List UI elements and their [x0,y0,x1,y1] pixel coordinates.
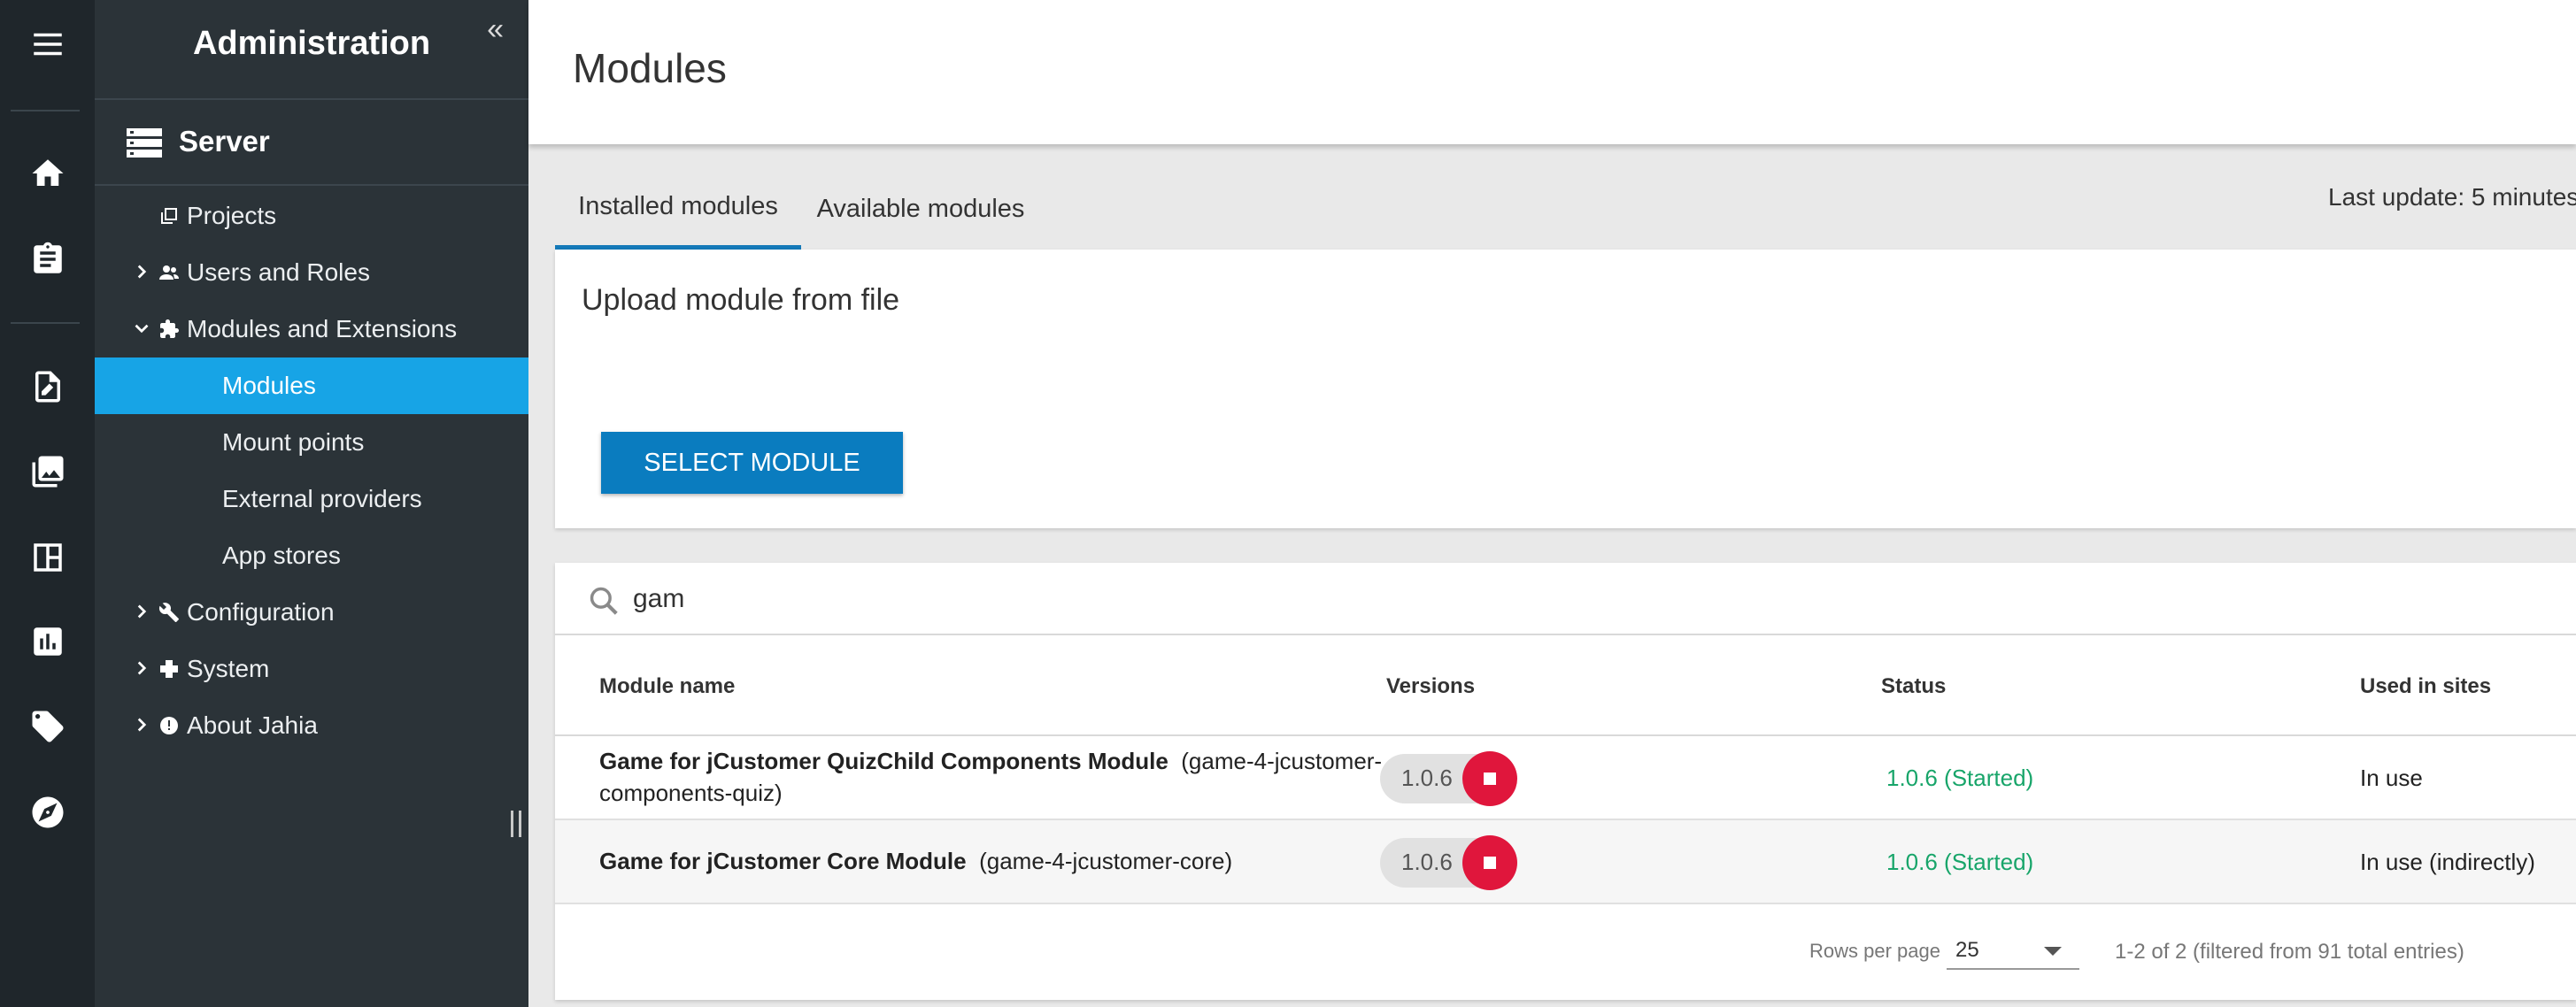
sidebar-item-modules[interactable]: Modules [95,357,528,414]
search-input[interactable] [633,577,1341,621]
version-label: 1.0.6 [1401,765,1453,791]
sidebar-item-app-stores[interactable]: App stores [95,527,528,584]
module-id-continued: components-quiz) [599,780,783,806]
chevron-right-icon[interactable] [130,657,153,680]
wrench-icon [158,603,179,622]
sidebar-item-label: Modules and Extensions [187,315,458,342]
search-icon [590,587,618,615]
chevron-right-icon[interactable] [130,600,153,623]
sidebar-item-about-jahia[interactable]: About Jahia [95,697,528,754]
users-icon [159,265,179,280]
rows-per-page-label: Rows per page [1809,940,1940,962]
module-id: (game-4-jcustomer-core) [979,848,1233,874]
admin-sidebar: Administration « Server Projects Users a… [95,0,528,1007]
tab-installed-modules[interactable]: Installed modules [555,168,801,250]
sidebar-item-label: External providers [222,485,422,512]
sidebar-item-users-and-roles[interactable]: Users and Roles [95,244,528,301]
search-bar [555,563,2576,635]
home-icon[interactable] [0,147,95,200]
status-text: 1.0.6 (Started) [1886,765,2034,791]
sidebar-item-label: About Jahia [187,711,318,739]
analytics-icon[interactable] [0,615,95,668]
sidebar-item-projects[interactable]: Projects [95,188,528,244]
module-id: (game-4-jcustomer- [1181,748,1383,774]
dashboard-icon[interactable] [0,531,95,584]
upload-panel: Upload module from file SELECT MODULE [555,250,2576,528]
sidebar-item-system[interactable]: System [95,641,528,697]
used-in-sites-text: In use (indirectly) [2360,849,2535,875]
tab-available-modules[interactable]: Available modules [801,168,1040,250]
tab-bar: Installed modules Available modules [555,168,2576,250]
icon-rail [0,0,95,1007]
stop-icon [1484,857,1496,869]
module-name: Game for jCustomer Core Module [599,848,967,874]
chevron-down-icon[interactable] [130,317,153,340]
module-name: Game for jCustomer QuizChild Components … [599,748,1168,774]
column-header-status: Status [1881,674,1947,698]
stop-module-button[interactable] [1462,835,1517,890]
rail-divider [11,110,80,111]
rail-divider [11,322,80,324]
info-icon [160,717,178,734]
sidebar-item-label: Mount points [222,428,365,456]
sidebar-section-server[interactable]: Server [95,100,528,186]
rows-per-page-value: 25 [1955,938,1979,962]
used-in-sites-text: In use [2360,765,2423,791]
clipboard-icon[interactable] [0,233,95,286]
sidebar-item-label: App stores [222,542,341,569]
sidebar-item-label: Modules [222,372,316,399]
table-row[interactable]: Game for jCustomer Core Module (game-4-j… [555,820,2576,904]
sidebar-item-label: System [187,655,270,682]
projects-icon [161,208,177,224]
table-row[interactable]: Game for jCustomer QuizChild Components … [555,736,2576,820]
select-module-button[interactable]: SELECT MODULE [601,432,903,494]
compass-icon[interactable] [0,786,95,839]
page-header: Modules [528,0,2576,144]
images-icon[interactable] [0,445,95,498]
sidebar-resize-handle[interactable] [511,811,521,837]
table-header: Module name Versions Status Used in site… [555,635,2576,736]
stop-icon [1484,773,1496,785]
chevron-right-icon[interactable] [130,260,153,283]
sidebar-title: Administration [192,25,431,62]
rows-per-page-select[interactable]: 25 [1947,933,2079,970]
page-title: Modules [573,45,727,91]
sidebar-item-label: Configuration [187,598,335,626]
stop-module-button[interactable] [1462,751,1517,806]
module-name-cell: Game for jCustomer QuizChild Components … [599,745,1382,809]
edit-document-icon[interactable] [0,360,95,413]
column-header-versions: Versions [1386,674,1476,698]
sidebar-item-mount-points[interactable]: Mount points [95,414,528,471]
collapse-sidebar-icon[interactable]: « [487,12,504,47]
menu-icon[interactable] [0,18,95,71]
medical-cross-icon [160,660,178,678]
sidebar-item-external-providers[interactable]: External providers [95,471,528,527]
modules-table: Module name Versions Status Used in site… [555,563,2576,1000]
table-pagination: Rows per page 25 1-2 of 2 (filtered from… [555,904,2576,993]
column-header-module-name[interactable]: Module name [599,674,735,699]
sidebar-item-label: Projects [187,202,277,229]
sidebar-item-configuration[interactable]: Configuration [95,584,528,641]
dropdown-arrow-icon [2044,947,2062,956]
server-icon [127,128,162,158]
last-update-text: Last update: 5 minutes [2328,183,2576,211]
puzzle-icon [160,319,179,338]
sidebar-item-label: Users and Roles [187,258,370,286]
sidebar-item-modules-and-extensions[interactable]: Modules and Extensions [95,301,528,357]
pagination-range: 1-2 of 2 (filtered from 91 total entries… [2115,940,2464,964]
tag-icon[interactable] [0,700,95,753]
module-name-cell: Game for jCustomer Core Module (game-4-j… [599,845,1232,877]
sidebar-section-label: Server [179,125,270,158]
version-label: 1.0.6 [1401,849,1453,875]
chevron-right-icon[interactable] [130,713,153,736]
sidebar-header: Administration « [95,0,528,100]
upload-title: Upload module from file [582,283,900,317]
column-header-used-in-sites: Used in sites [2360,674,2492,698]
status-text: 1.0.6 (Started) [1886,849,2034,875]
